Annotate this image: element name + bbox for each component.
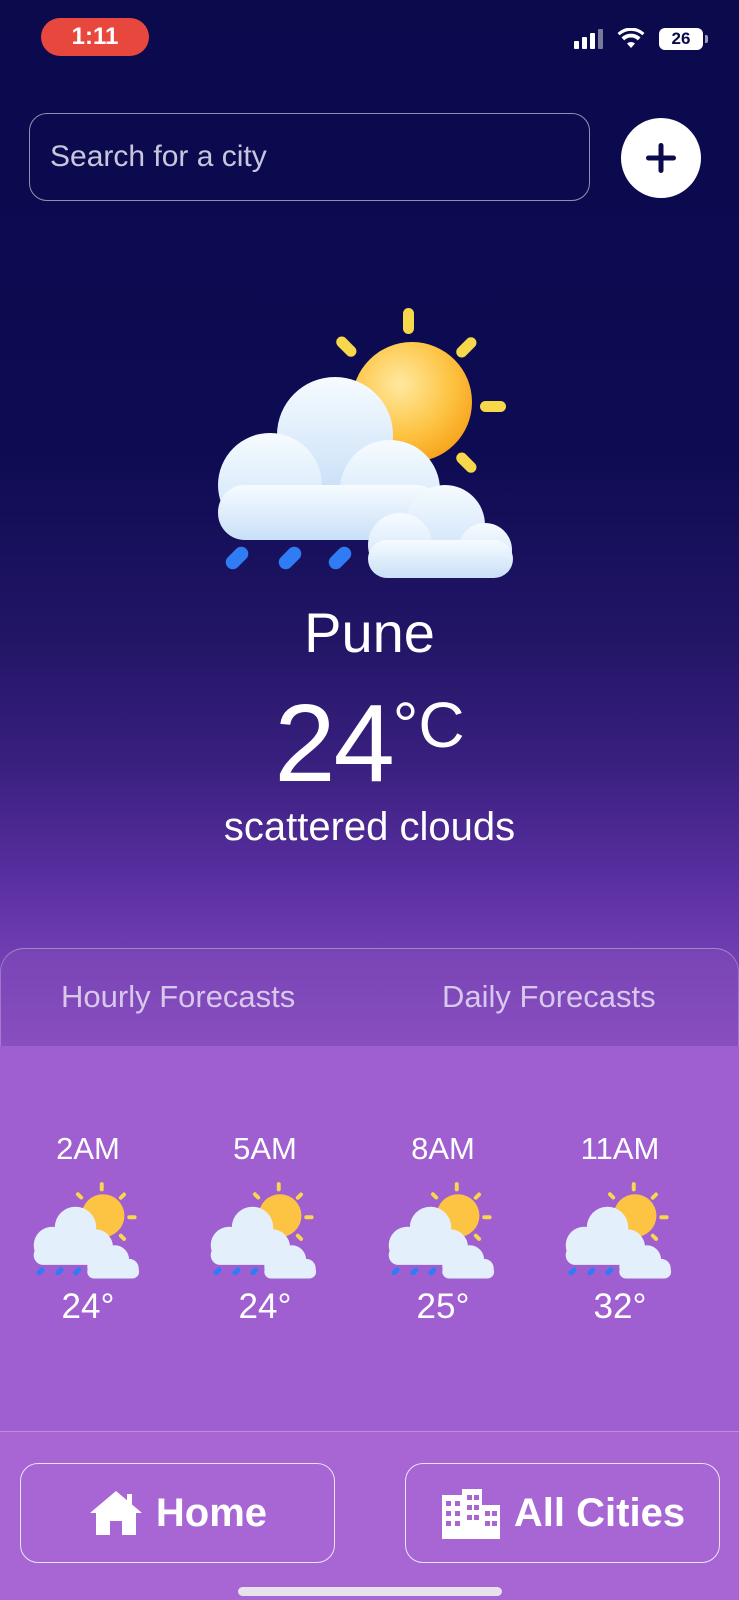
sun-cloud-rain-icon	[565, 1182, 672, 1279]
temperature-value: 24	[274, 682, 394, 805]
hourly-item: 11AM 32°	[555, 1131, 685, 1327]
sun-cloud-rain-icon	[388, 1182, 495, 1279]
wifi-icon	[617, 28, 645, 48]
status-icons: 26	[574, 28, 708, 50]
city-buildings-icon	[441, 1489, 500, 1539]
hour-temperature: 32°	[593, 1287, 647, 1326]
all-cities-label: All Cities	[513, 1490, 686, 1535]
city-search-input[interactable]	[29, 113, 590, 201]
add-city-button[interactable]	[621, 118, 701, 198]
hourly-item: 8AM 25°	[378, 1131, 508, 1327]
hour-time: 2AM	[56, 1131, 120, 1166]
hour-time: 11AM	[580, 1131, 660, 1166]
status-time: 1:11	[41, 18, 149, 56]
hourly-forecast-panel: 2AM 24° 5AM 24° 8AM 25° 11AM 32°	[0, 1046, 739, 1432]
weather-description: scattered clouds	[223, 805, 516, 849]
hourly-item: 5AM 24°	[200, 1131, 330, 1327]
current-temperature: 24°C	[0, 680, 739, 807]
sun-cloud-rain-icon	[33, 1182, 140, 1279]
battery-icon: 26	[659, 28, 708, 50]
hour-time: 8AM	[411, 1131, 475, 1166]
tab-hourly-forecasts[interactable]: Hourly Forecasts	[61, 979, 295, 1015]
sun-cloud-rain-icon	[210, 1182, 317, 1279]
cellular-signal-icon	[574, 29, 603, 49]
hour-temperature: 24°	[61, 1287, 115, 1326]
hourly-item: 2AM 24°	[23, 1131, 153, 1327]
home-icon	[89, 1491, 142, 1535]
temperature-unit: °C	[392, 689, 465, 761]
home-button[interactable]: Home	[20, 1463, 335, 1563]
sun-cloud-rain-icon	[218, 308, 513, 578]
hour-temperature: 24°	[238, 1287, 292, 1326]
plus-icon	[646, 143, 676, 173]
home-label: Home	[155, 1490, 268, 1535]
tab-daily-forecasts[interactable]: Daily Forecasts	[442, 979, 656, 1015]
forecast-tabs: Hourly Forecasts Daily Forecasts	[0, 948, 739, 1046]
bottom-navigation: Home All Cities	[0, 1432, 739, 1600]
hour-temperature: 25°	[416, 1287, 470, 1326]
home-indicator[interactable]	[238, 1587, 502, 1596]
city-name: Pune	[304, 601, 435, 664]
all-cities-button[interactable]: All Cities	[405, 1463, 720, 1563]
hour-time: 5AM	[233, 1131, 297, 1166]
status-bar: 1:11 26	[0, 0, 739, 80]
